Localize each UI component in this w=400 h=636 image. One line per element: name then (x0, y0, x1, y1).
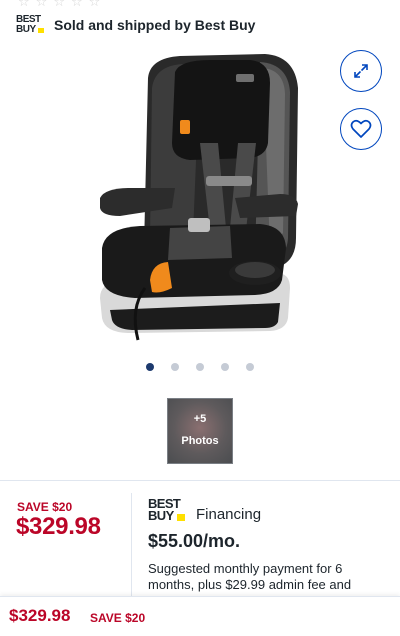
best-buy-card-logo: BEST BUY (148, 497, 188, 526)
seller-text: Sold and shipped by Best Buy (54, 17, 256, 33)
savings-badge: SAVE $20 (17, 500, 73, 514)
photos-count: +5 (193, 413, 207, 425)
sticky-price: $329.98 (9, 606, 71, 625)
financing-description: Suggested monthly payment for 6 months, … (148, 561, 352, 592)
financing-title: Financing (196, 506, 262, 523)
logo-tag (38, 28, 44, 33)
carousel-indicator (146, 363, 254, 371)
product-price: $329.98 (16, 513, 101, 540)
expand-image-button[interactable] (340, 50, 382, 92)
star-icon: ☆ (35, 0, 48, 9)
monthly-payment: $55.00/mo. (148, 531, 241, 551)
expand-icon (354, 64, 368, 78)
product-image[interactable] (60, 48, 310, 348)
car-seat-illustration (100, 54, 298, 341)
rating-stars: ☆ ☆ ☆ ☆ ☆ (18, 0, 100, 10)
carousel-dot[interactable] (146, 363, 154, 371)
carousel-dot[interactable] (221, 363, 229, 371)
wishlist-button[interactable] (340, 108, 382, 150)
sticky-price-bar: $329.98 SAVE $20 (0, 596, 400, 636)
logo-line-2: BUY (16, 24, 36, 35)
thumbnail-image (168, 399, 232, 463)
star-icon: ☆ (18, 0, 30, 9)
seller-info: BEST BUY Sold and shipped by Best Buy (16, 14, 255, 36)
best-buy-logo: BEST BUY (16, 14, 44, 36)
star-icon: ☆ (88, 0, 101, 9)
carousel-dot[interactable] (171, 363, 179, 371)
heart-icon (350, 119, 372, 138)
more-photos-thumbnail[interactable]: +5 Photos (167, 398, 233, 464)
logo-tag (177, 514, 185, 521)
carousel-dot[interactable] (196, 363, 204, 371)
section-divider (0, 480, 400, 481)
logo-line-2: BUY (148, 508, 174, 523)
star-icon: ☆ (70, 0, 83, 9)
star-icon: ☆ (53, 0, 65, 9)
sticky-savings-badge: SAVE $20 (90, 611, 146, 625)
column-divider (131, 493, 132, 603)
photos-label: Photos (181, 435, 219, 447)
carousel-dot[interactable] (246, 363, 254, 371)
